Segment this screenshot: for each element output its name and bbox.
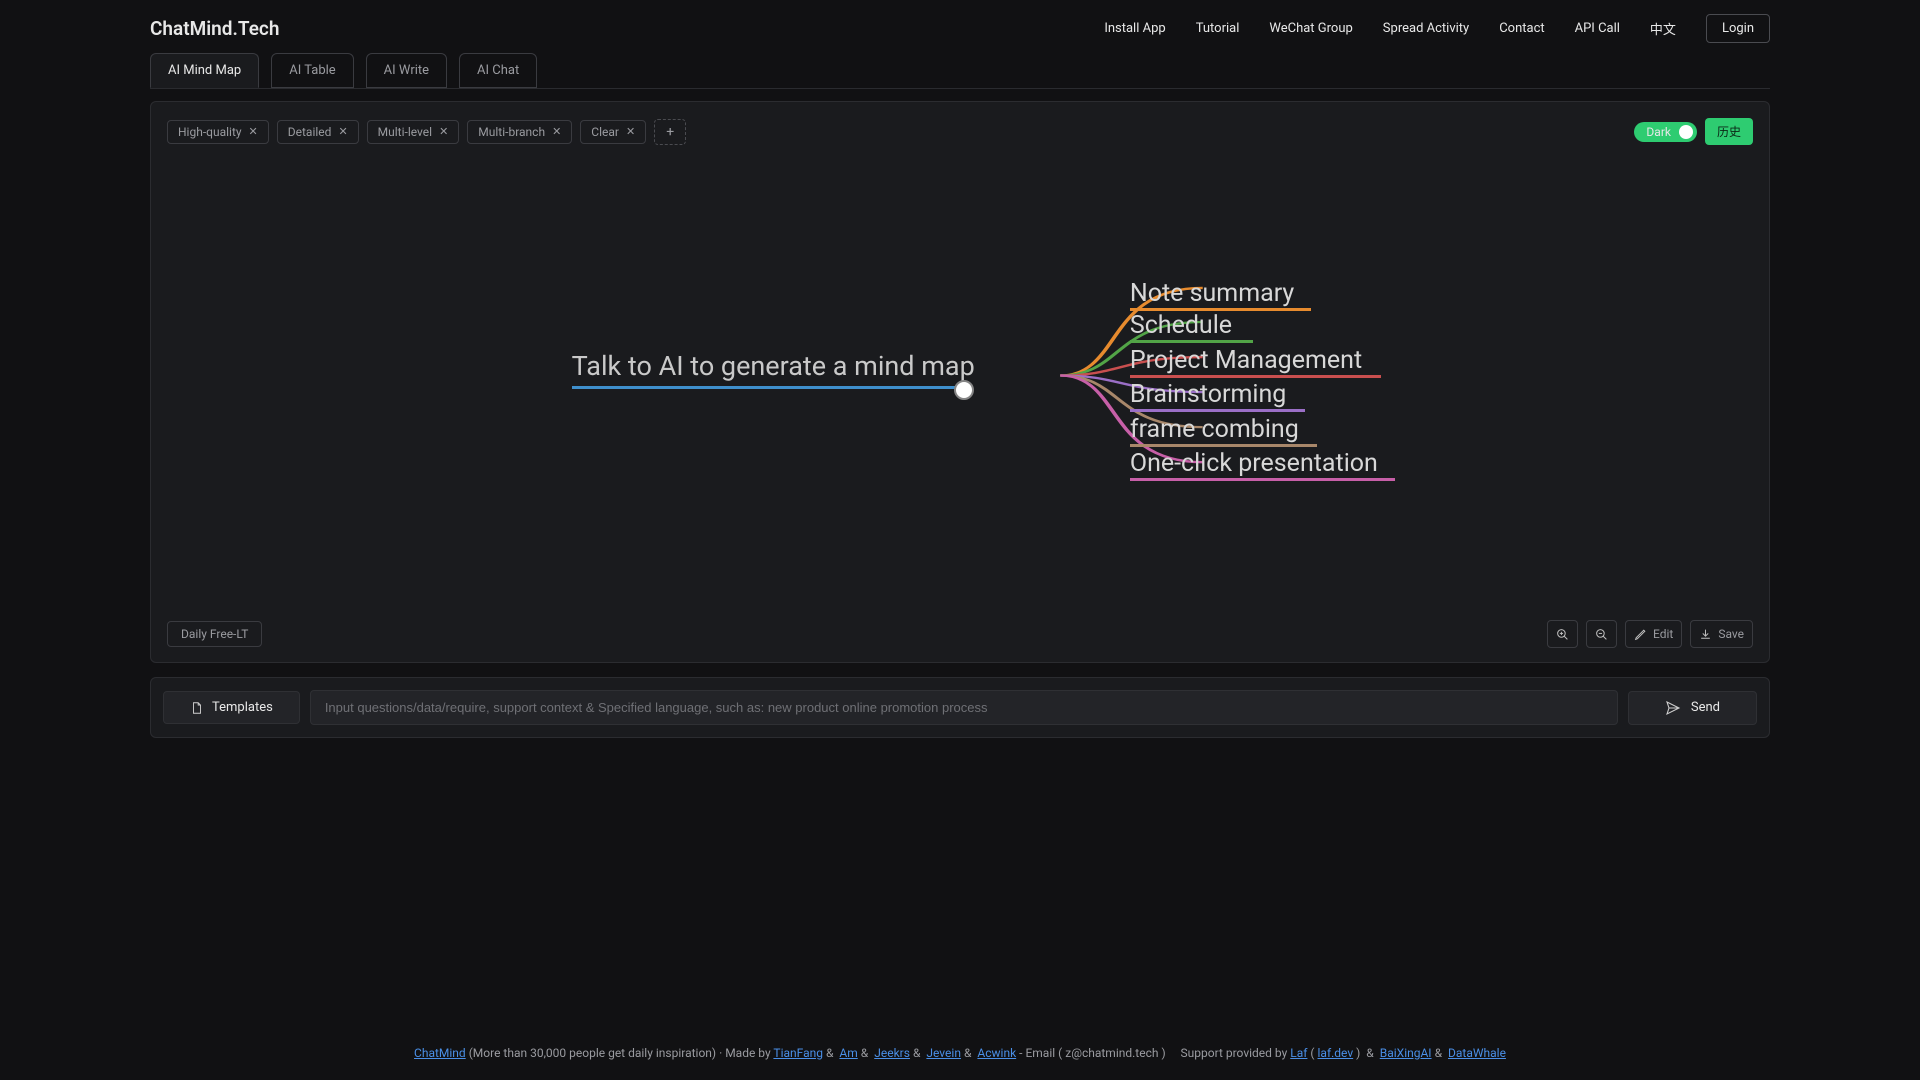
nav-api-call[interactable]: API Call (1575, 21, 1620, 36)
login-button[interactable]: Login (1706, 14, 1770, 43)
amp: & (858, 1046, 871, 1060)
chip-label: Multi-branch (478, 125, 545, 139)
dark-mode-toggle[interactable]: Dark (1634, 122, 1697, 142)
chip-label: Detailed (288, 125, 332, 139)
chip-clear[interactable]: Clear ✕ (580, 120, 646, 144)
templates-button[interactable]: Templates (163, 691, 300, 724)
mindmap-branch-note-summary[interactable]: Note summary (1130, 279, 1294, 308)
amp: & (823, 1046, 836, 1060)
mindmap-viewport[interactable]: Talk to AI to generate a mind map Note s… (151, 145, 1769, 606)
nav-spread-activity[interactable]: Spread Activity (1383, 21, 1469, 36)
templates-label: Templates (212, 700, 273, 715)
tab-divider (150, 88, 1770, 89)
zoom-out-button[interactable] (1586, 620, 1617, 648)
amp: & (1363, 1046, 1376, 1060)
root-underline (572, 386, 962, 389)
zoom-in-icon (1556, 628, 1569, 641)
tab-ai-write[interactable]: AI Write (366, 53, 447, 88)
zoom-in-button[interactable] (1547, 620, 1578, 648)
footer-link-datawhale[interactable]: DataWhale (1448, 1046, 1506, 1060)
chip-multi-level[interactable]: Multi-level ✕ (367, 120, 460, 144)
chip-high-quality[interactable]: High-quality ✕ (167, 120, 269, 144)
save-label: Save (1718, 627, 1744, 641)
close-icon[interactable]: ✕ (439, 125, 448, 138)
footer-link-jevein[interactable]: Jevein (926, 1046, 961, 1060)
mindmap-canvas: High-quality ✕ Detailed ✕ Multi-level ✕ … (150, 101, 1770, 663)
prompt-bar: Templates Send (150, 677, 1770, 738)
mindmap-branch-schedule[interactable]: Schedule (1130, 311, 1232, 340)
edit-button[interactable]: Edit (1625, 620, 1682, 648)
footer-link-baixing[interactable]: BaiXingAI (1380, 1046, 1432, 1060)
amp: & (961, 1046, 974, 1060)
footer-link-am[interactable]: Am (839, 1046, 857, 1060)
footer-email: z@chatmind.tech (1065, 1046, 1158, 1060)
document-icon (190, 701, 204, 715)
footer-support-pre: Support provided by (1181, 1046, 1291, 1060)
chip-multi-branch[interactable]: Multi-branch ✕ (467, 120, 572, 144)
footer-link-tianfang[interactable]: TianFang (773, 1046, 823, 1060)
mindmap-branch-one-click-presentation[interactable]: One-click presentation (1130, 449, 1378, 478)
save-button[interactable]: Save (1690, 620, 1753, 648)
add-chip-button[interactable]: + (654, 119, 686, 145)
footer-link-jeekrs[interactable]: Jeekrs (874, 1046, 910, 1060)
pencil-icon (1634, 628, 1647, 641)
footer-email-post: ) (1161, 1046, 1168, 1060)
nav-install-app[interactable]: Install App (1104, 21, 1165, 36)
close-icon[interactable]: ✕ (338, 125, 347, 138)
history-button[interactable]: 历史 (1705, 118, 1753, 145)
footer-email-pre: - Email ( (1019, 1046, 1062, 1060)
close-icon[interactable]: ✕ (552, 125, 561, 138)
nav-contact[interactable]: Contact (1499, 21, 1544, 36)
close-icon[interactable]: ✕ (249, 125, 258, 138)
page-footer: ChatMind (More than 30,000 people get da… (0, 1008, 1920, 1080)
download-icon (1699, 628, 1712, 641)
chip-label: Clear (591, 125, 619, 139)
brand-logo[interactable]: ChatMind.Tech (150, 17, 279, 40)
daily-free-button[interactable]: Daily Free-LT (167, 621, 262, 647)
toggle-label: Dark (1646, 125, 1671, 139)
footer-brand-link[interactable]: ChatMind (414, 1046, 466, 1060)
chip-detailed[interactable]: Detailed ✕ (277, 120, 359, 144)
footer-tagline: (More than 30,000 people get daily inspi… (469, 1046, 774, 1060)
tab-ai-table[interactable]: AI Table (271, 53, 353, 88)
mindmap-branch-brainstorming[interactable]: Brainstorming (1130, 380, 1286, 409)
amp: & (910, 1046, 923, 1060)
mindmap-branch-project-management[interactable]: Project Management (1130, 346, 1362, 375)
root-handle-icon[interactable] (954, 380, 974, 400)
nav-wechat-group[interactable]: WeChat Group (1269, 21, 1352, 36)
nav-tutorial[interactable]: Tutorial (1196, 21, 1240, 36)
footer-lafdev-pre: ( (1310, 1046, 1317, 1060)
prompt-input[interactable] (310, 690, 1618, 725)
nav-language-toggle[interactable]: 中文 (1650, 19, 1676, 38)
chip-label: Multi-level (378, 125, 432, 139)
tab-ai-chat[interactable]: AI Chat (459, 53, 537, 88)
canvas-footer: Daily Free-LT Edit Save (151, 606, 1769, 662)
mindmap-root-node[interactable]: Talk to AI to generate a mind map (572, 350, 975, 382)
send-icon (1665, 700, 1681, 716)
prompt-chips-row: High-quality ✕ Detailed ✕ Multi-level ✕ … (151, 102, 1769, 145)
chip-label: High-quality (178, 125, 242, 139)
toggle-knob-icon (1679, 125, 1693, 139)
tab-ai-mind-map[interactable]: AI Mind Map (150, 53, 259, 88)
edit-label: Edit (1653, 627, 1673, 641)
close-icon[interactable]: ✕ (626, 125, 635, 138)
footer-link-lafdev[interactable]: laf.dev (1318, 1046, 1354, 1060)
footer-link-laf[interactable]: Laf (1290, 1046, 1307, 1060)
send-button[interactable]: Send (1628, 691, 1757, 725)
zoom-out-icon (1595, 628, 1608, 641)
footer-link-acwink[interactable]: Acwink (977, 1046, 1016, 1060)
top-nav: Install App Tutorial WeChat Group Spread… (1104, 14, 1770, 43)
amp: & (1432, 1046, 1445, 1060)
mode-tabs: AI Mind Map AI Table AI Write AI Chat (0, 53, 1920, 88)
send-label: Send (1691, 700, 1720, 715)
mindmap-branch-frame-combing[interactable]: frame combing (1130, 415, 1299, 444)
